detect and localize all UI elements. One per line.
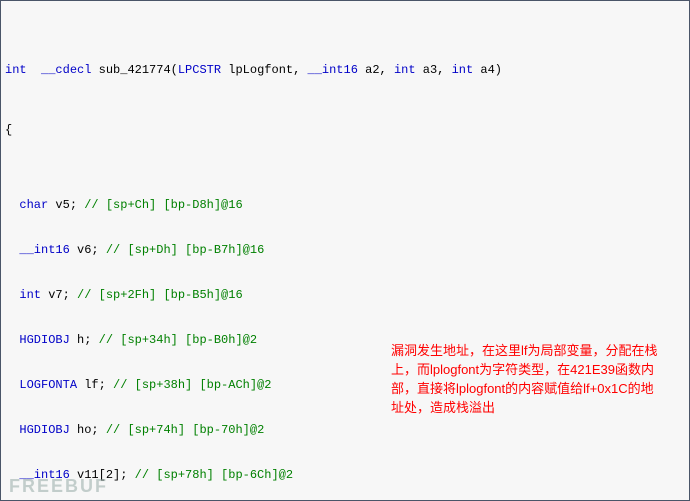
arg2-name: a2,: [358, 63, 394, 77]
vuln-annotation: 漏洞发生地址，在这里lf为局部变量，分配在栈 上，而lplogfont为字符类型…: [391, 341, 690, 417]
arg3-type: int: [394, 63, 416, 77]
arg3-name: a3,: [416, 63, 452, 77]
annotation-line: 部，直接将lplogfont的内容赋值给lf+0x1C的地: [391, 379, 690, 398]
decl: char v5; // [sp+Ch] [bp-D8h]@16: [5, 198, 685, 213]
code-listing: int __cdecl sub_421774(LPCSTR lpLogfont,…: [1, 1, 689, 501]
ret-type: int: [5, 63, 27, 77]
decl-type: HGDIOBJ: [19, 423, 69, 437]
decl-name: lf;: [77, 378, 113, 392]
decl-type: int: [19, 288, 41, 302]
arg4-name: a4): [473, 63, 502, 77]
decl-name: h;: [70, 333, 99, 347]
decl-type: __int16: [19, 468, 69, 482]
decl: HGDIOBJ ho; // [sp+74h] [bp-70h]@2: [5, 423, 685, 438]
decl-comment: // [sp+38h] [bp-ACh]@2: [113, 378, 271, 392]
arg1-type: LPCSTR: [178, 63, 221, 77]
args-open: (: [171, 63, 178, 77]
decl-comment: // [sp+74h] [bp-70h]@2: [106, 423, 264, 437]
decl-name: ho;: [70, 423, 106, 437]
decl-name: v5;: [48, 198, 84, 212]
decl-type: HGDIOBJ: [19, 333, 69, 347]
decl-name: v6;: [70, 243, 106, 257]
arg1-name: lpLogfont,: [221, 63, 307, 77]
decl-type: char: [19, 198, 48, 212]
decl-comment: // [sp+34h] [bp-B0h]@2: [99, 333, 257, 347]
func-signature: int __cdecl sub_421774(LPCSTR lpLogfont,…: [5, 63, 685, 78]
decl: __int16 v6; // [sp+Dh] [bp-B7h]@16: [5, 243, 685, 258]
decl-comment: // [sp+78h] [bp-6Ch]@2: [135, 468, 293, 482]
decl: __int16 v11[2]; // [sp+78h] [bp-6Ch]@2: [5, 468, 685, 483]
decl-type: LOGFONTA: [19, 378, 77, 392]
decl-comment: // [sp+2Fh] [bp-B5h]@16: [77, 288, 243, 302]
annotation-line: 上，而lplogfont为字符类型，在421E39函数内: [391, 360, 690, 379]
annotation-line: 址处，造成栈溢出: [391, 398, 690, 417]
decl-type: __int16: [19, 243, 69, 257]
arg2-type: __int16: [308, 63, 358, 77]
decl-comment: // [sp+Dh] [bp-B7h]@16: [106, 243, 264, 257]
decl-name: v11[2];: [70, 468, 135, 482]
decl: int v7; // [sp+2Fh] [bp-B5h]@16: [5, 288, 685, 303]
call-conv: __cdecl: [41, 63, 91, 77]
decl-comment: // [sp+Ch] [bp-D8h]@16: [84, 198, 242, 212]
code-frame: int __cdecl sub_421774(LPCSTR lpLogfont,…: [0, 0, 690, 501]
annotation-line: 漏洞发生地址，在这里lf为局部变量，分配在栈: [391, 341, 690, 360]
decl-name: v7;: [41, 288, 77, 302]
arg4-type: int: [452, 63, 474, 77]
brace-open: {: [5, 123, 685, 138]
func-name: sub_421774: [99, 63, 171, 77]
